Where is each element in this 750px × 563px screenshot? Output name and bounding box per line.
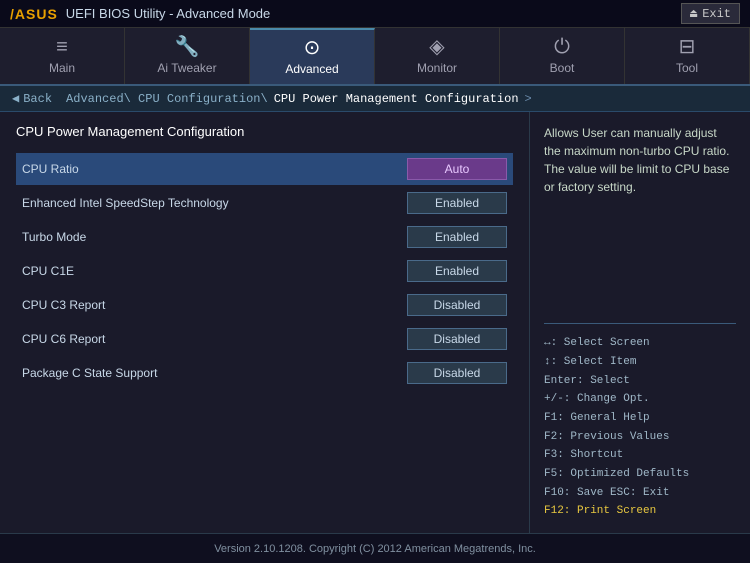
hint-f1: F1: General Help xyxy=(544,409,736,428)
row-cpu-c3-report[interactable]: CPU C3 Report Disabled xyxy=(16,289,513,321)
hint-f5: F5: Optimized Defaults xyxy=(544,465,736,484)
tool-icon: ⊟ xyxy=(679,37,696,57)
status-bar: Version 2.10.1208. Copyright (C) 2012 Am… xyxy=(0,533,750,563)
cpu-c3-report-label: CPU C3 Report xyxy=(22,298,407,312)
hint-f2: F2: Previous Values xyxy=(544,428,736,447)
cpu-c3-report-value[interactable]: Disabled xyxy=(407,294,507,316)
row-cpu-c1e[interactable]: CPU C1E Enabled xyxy=(16,255,513,287)
tab-advanced-label: Advanced xyxy=(285,62,338,76)
cpu-c1e-value[interactable]: Enabled xyxy=(407,260,507,282)
tab-ai-tweaker-label: Ai Tweaker xyxy=(157,61,216,75)
tab-tool[interactable]: ⊟ Tool xyxy=(625,28,750,84)
exit-button[interactable]: ⏏ Exit xyxy=(681,3,740,24)
nav-tabs: ≡ Main 🔧 Ai Tweaker ⊙ Advanced ◈ Monitor… xyxy=(0,28,750,86)
cpu-c6-report-value[interactable]: Disabled xyxy=(407,328,507,350)
hint-f10: F10: Save ESC: Exit xyxy=(544,484,736,503)
main-icon: ≡ xyxy=(56,37,68,57)
ai-tweaker-icon: 🔧 xyxy=(175,37,200,57)
app-title: UEFI BIOS Utility - Advanced Mode xyxy=(66,6,270,21)
cpu-c1e-label: CPU C1E xyxy=(22,264,407,278)
main-content: CPU Power Management Configuration CPU R… xyxy=(0,112,750,533)
tab-main-label: Main xyxy=(49,61,75,75)
key-hints: ↔: Select Screen ↕: Select Item Enter: S… xyxy=(544,334,736,521)
row-turbo-mode[interactable]: Turbo Mode Enabled xyxy=(16,221,513,253)
status-text: Version 2.10.1208. Copyright (C) 2012 Am… xyxy=(214,543,536,555)
tab-advanced[interactable]: ⊙ Advanced xyxy=(250,28,375,84)
breadcrumb-path: Advanced\ CPU Configuration\ xyxy=(66,92,268,106)
back-button[interactable]: ◀ Back xyxy=(12,91,52,106)
exit-icon: ⏏ xyxy=(690,6,697,21)
exit-label: Exit xyxy=(702,7,731,21)
hint-select-screen: ↔: Select Screen xyxy=(544,334,736,353)
turbo-mode-label: Turbo Mode xyxy=(22,230,407,244)
top-bar: /ASUS UEFI BIOS Utility - Advanced Mode … xyxy=(0,0,750,28)
speedstep-value[interactable]: Enabled xyxy=(407,192,507,214)
turbo-mode-value[interactable]: Enabled xyxy=(407,226,507,248)
row-speedstep[interactable]: Enhanced Intel SpeedStep Technology Enab… xyxy=(16,187,513,219)
cpu-ratio-label: CPU Ratio xyxy=(22,162,407,176)
f12-highlight: F12: Print Screen xyxy=(544,505,656,517)
breadcrumb: ◀ Back Advanced\ CPU Configuration\ CPU … xyxy=(0,86,750,112)
row-package-c-state[interactable]: Package C State Support Disabled xyxy=(16,357,513,389)
package-c-state-value[interactable]: Disabled xyxy=(407,362,507,384)
left-panel: CPU Power Management Configuration CPU R… xyxy=(0,112,530,533)
tab-boot-label: Boot xyxy=(550,61,575,75)
speedstep-label: Enhanced Intel SpeedStep Technology xyxy=(22,196,407,210)
tab-tool-label: Tool xyxy=(676,61,698,75)
monitor-icon: ◈ xyxy=(429,37,444,57)
app-logo-area: /ASUS UEFI BIOS Utility - Advanced Mode xyxy=(10,6,270,22)
hint-select-item: ↕: Select Item xyxy=(544,353,736,372)
tab-ai-tweaker[interactable]: 🔧 Ai Tweaker xyxy=(125,28,250,84)
tab-boot[interactable]: ⏻ Boot xyxy=(500,28,625,84)
breadcrumb-current: CPU Power Management Configuration xyxy=(274,92,519,106)
right-panel: Allows User can manually adjust the maxi… xyxy=(530,112,750,533)
row-cpu-c6-report[interactable]: CPU C6 Report Disabled xyxy=(16,323,513,355)
breadcrumb-end-arrow: > xyxy=(525,92,532,106)
row-cpu-ratio[interactable]: CPU Ratio Auto xyxy=(16,153,513,185)
advanced-icon: ⊙ xyxy=(304,38,321,58)
package-c-state-label: Package C State Support xyxy=(22,366,407,380)
back-arrow-icon: ◀ xyxy=(12,91,19,106)
divider xyxy=(544,323,736,324)
hint-f3: F3: Shortcut xyxy=(544,446,736,465)
hint-f12: F12: Print Screen xyxy=(544,502,736,521)
tab-monitor-label: Monitor xyxy=(417,61,457,75)
tab-main[interactable]: ≡ Main xyxy=(0,28,125,84)
tab-monitor[interactable]: ◈ Monitor xyxy=(375,28,500,84)
cpu-ratio-value[interactable]: Auto xyxy=(407,158,507,180)
hint-enter: Enter: Select xyxy=(544,372,736,391)
asus-logo: /ASUS xyxy=(10,6,58,22)
boot-icon: ⏻ xyxy=(554,37,570,57)
help-text: Allows User can manually adjust the maxi… xyxy=(544,124,736,313)
hint-change: +/-: Change Opt. xyxy=(544,390,736,409)
panel-title: CPU Power Management Configuration xyxy=(16,124,513,139)
back-label: Back xyxy=(23,92,52,106)
cpu-c6-report-label: CPU C6 Report xyxy=(22,332,407,346)
